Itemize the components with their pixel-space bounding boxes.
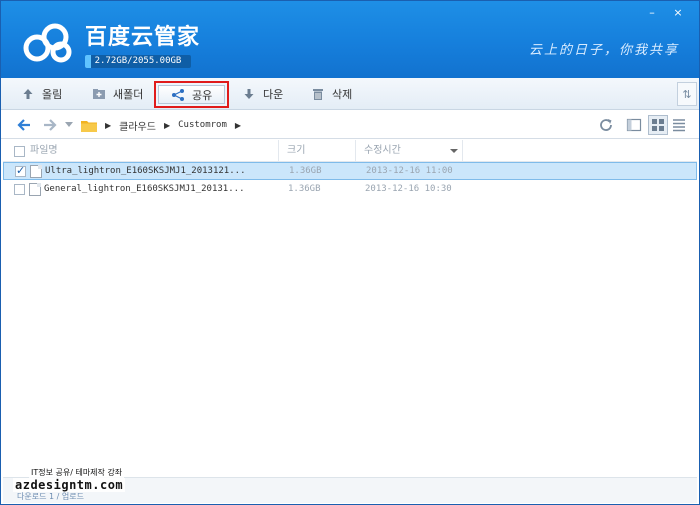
toolbar: 올림 새폴더 공유 다운 삭제 ⇅: [1, 78, 699, 110]
trash-icon: [313, 89, 323, 100]
forward-arrow-icon[interactable]: [41, 116, 59, 134]
sidebar-toggle-button[interactable]: ⇅: [677, 82, 697, 106]
column-size[interactable]: 크기: [279, 140, 356, 162]
delete-label: 삭제: [332, 88, 353, 101]
new-folder-icon: [93, 89, 105, 99]
file-row[interactable]: General_lightron_E160SKSJMJ1_20131... 1.…: [3, 181, 697, 199]
slogan: 云上的日子，你我共享: [528, 43, 679, 58]
baidu-cloud-logo-icon: [23, 23, 72, 63]
close-button[interactable]: ×: [665, 5, 691, 21]
column-size-label: 크기: [287, 145, 306, 156]
breadcrumb-item-cloud[interactable]: 클라우드: [119, 118, 156, 133]
column-name[interactable]: 파일명: [3, 140, 279, 162]
file-modified: 2013-12-16 11:00: [366, 166, 453, 176]
upload-arrow-icon: [23, 89, 33, 99]
breadcrumb-separator-icon: ▶: [234, 120, 242, 130]
history-dropdown-icon[interactable]: [65, 122, 73, 128]
storage-usage-bar: 2.72GB/2055.00GB: [85, 55, 191, 68]
file-checkbox[interactable]: [14, 184, 25, 195]
sort-dropdown-icon[interactable]: [450, 149, 458, 153]
breadcrumb-separator-icon: ▶: [105, 120, 112, 130]
status-text: 다운로드 1 / 업로드: [17, 492, 84, 501]
back-arrow-icon[interactable]: [15, 116, 33, 134]
share-label: 공유: [192, 88, 213, 102]
file-row[interactable]: Ultra_lightron_E160SKSJMJ1_2013121... 1.…: [3, 162, 697, 180]
download-button[interactable]: 다운: [234, 82, 291, 106]
folder-icon: [81, 120, 97, 132]
breadcrumb: ▶ 클라우드 ▶ Customrom ▶: [81, 116, 589, 134]
select-all-checkbox[interactable]: [14, 146, 25, 157]
share-icon: [172, 88, 184, 101]
preview-pane-icon[interactable]: [625, 116, 643, 134]
file-name: Ultra_lightron_E160SKSJMJ1_2013121...: [45, 166, 246, 176]
delete-button[interactable]: 삭제: [303, 82, 360, 106]
column-modified[interactable]: 수정시간: [356, 140, 463, 162]
download-arrow-icon: [244, 89, 254, 99]
watermark-site: azdesigntm.com: [13, 478, 126, 492]
refresh-icon[interactable]: [597, 116, 615, 134]
upload-label: 올림: [42, 88, 63, 101]
column-name-label: 파일명: [30, 145, 58, 156]
app-title: 百度云管家: [85, 25, 201, 50]
column-modified-label: 수정시간: [364, 145, 401, 156]
file-size: 1.36GB: [288, 184, 321, 194]
breadcrumb-separator-icon: ▶: [163, 120, 171, 130]
breadcrumb-item-customrom[interactable]: Customrom: [178, 120, 227, 130]
baidu-cloud-window: 百度云管家 2.72GB/2055.00GB 云上的日子，你我共享 – × 올림…: [0, 0, 700, 505]
file-checkbox[interactable]: [15, 164, 26, 177]
storage-usage-text: 2.72GB/2055.00GB: [94, 56, 182, 66]
watermark-caption: IT정보 공유/ 테마제작 강좌: [29, 467, 125, 478]
grid-view-button[interactable]: [648, 115, 668, 135]
share-button-highlight[interactable]: 공유: [154, 81, 230, 108]
grid-view-icon: [652, 119, 664, 131]
address-bar: ▶ 클라우드 ▶ Customrom ▶: [1, 111, 699, 139]
upload-button[interactable]: 올림: [13, 82, 70, 106]
file-icon: [29, 183, 41, 196]
file-modified: 2013-12-16 10:30: [365, 184, 452, 194]
new-folder-button[interactable]: 새폴더: [84, 82, 151, 106]
file-size: 1.36GB: [289, 166, 322, 176]
file-name: General_lightron_E160SKSJMJ1_20131...: [44, 184, 245, 194]
file-list-header: 파일명 크기 수정시간: [3, 140, 697, 162]
new-folder-label: 새폴더: [113, 88, 144, 101]
app-header: 百度云管家 2.72GB/2055.00GB 云上的日子，你我共享 – ×: [1, 1, 699, 78]
minimize-button[interactable]: –: [639, 5, 665, 21]
share-button[interactable]: 공유: [158, 85, 226, 104]
file-icon: [30, 165, 42, 178]
download-label: 다운: [263, 88, 284, 101]
list-view-icon[interactable]: [669, 115, 689, 135]
window-controls: – ×: [639, 5, 691, 21]
